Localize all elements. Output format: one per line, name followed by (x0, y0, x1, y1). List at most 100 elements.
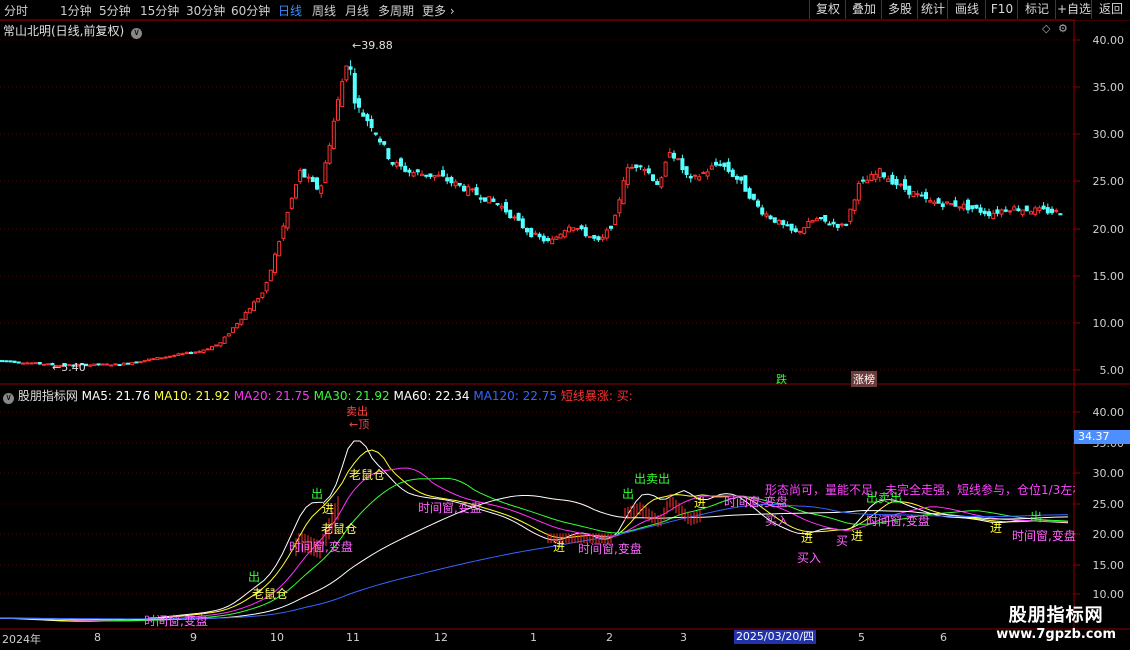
candle-body (289, 197, 294, 209)
mouse-warehouse-label: 老鼠仓 (321, 522, 358, 536)
candle-body (281, 225, 286, 239)
candle-body (298, 169, 303, 183)
candle-body (924, 192, 928, 199)
candle-body (768, 215, 773, 220)
price-axis-tick: 5.00 (1099, 364, 1125, 377)
candle-body (781, 220, 786, 226)
candle-body (235, 323, 240, 329)
candle-body (676, 158, 681, 161)
in-label: 进 (694, 496, 707, 510)
candle-body (336, 99, 340, 121)
candle-body (550, 238, 555, 245)
high-price-label: ←39.88 (352, 39, 393, 52)
main-candles (0, 60, 1063, 368)
price-axis-tick: 30.00 (1092, 128, 1125, 141)
candle-body (953, 200, 958, 207)
candle-body (168, 355, 172, 358)
candle-body (306, 176, 311, 179)
mouse-warehouse-label: 老鼠仓 (349, 468, 386, 482)
candle-body (151, 358, 156, 361)
price-axis-tick: 25.00 (1092, 175, 1125, 188)
in-label: 进 (990, 521, 1003, 535)
candle-body (865, 179, 870, 184)
candle-body (390, 162, 395, 165)
candle-body (722, 162, 727, 167)
candle-body (159, 357, 164, 360)
candle-body (567, 226, 571, 233)
in-label: 进 (801, 531, 814, 545)
candle-body (987, 211, 991, 217)
candle-body (327, 144, 332, 164)
out-label: 出 (311, 487, 324, 501)
candle-body (772, 217, 777, 223)
candle-body (277, 241, 282, 257)
candle-body (802, 227, 807, 234)
buy-label: 买入 (765, 514, 790, 528)
candle-body (558, 233, 563, 239)
candle-body (25, 362, 30, 365)
candle-body (970, 205, 975, 210)
rise-tag: 涨榜 (851, 371, 877, 387)
candle-body (126, 362, 130, 365)
candle-body (508, 209, 513, 219)
candle-body (1020, 209, 1025, 216)
candle-body (42, 363, 46, 366)
candle-body (1050, 208, 1054, 214)
candle-body (92, 363, 97, 366)
candle-body (554, 236, 559, 240)
candle-body (331, 120, 336, 149)
candle-body (571, 227, 576, 231)
candle-body (441, 170, 445, 177)
candle-body (848, 208, 853, 222)
candle-body (726, 161, 731, 172)
candle-body (957, 206, 962, 209)
candle-body (201, 349, 206, 354)
in-label: 进 (851, 529, 864, 543)
time-window-label: 时间窗,变盘 (1012, 529, 1076, 543)
time-window-label: 时间窗,变盘 (724, 495, 788, 509)
candle-body (399, 158, 403, 167)
candle-body (663, 161, 668, 177)
candle-body (852, 199, 857, 212)
candle-body (428, 173, 433, 178)
crosshair-date-tag: 2025/03/20/四 (734, 630, 816, 644)
candle-body (499, 205, 504, 209)
candle-body (743, 175, 748, 192)
candle-body (928, 200, 933, 203)
time-window-label: 时间窗,变盘 (144, 614, 208, 628)
candle-body (1012, 206, 1017, 211)
candle-body (138, 361, 143, 364)
mouse-warehouse-label: 老鼠仓 (252, 587, 289, 601)
candle-body (323, 162, 328, 184)
candle-body (588, 236, 592, 239)
out-label: 出 (1030, 510, 1043, 524)
date-axis-tick: 12 (434, 631, 448, 644)
candle-body (357, 98, 361, 108)
candle-body (478, 197, 483, 200)
candle-body (348, 66, 353, 70)
candle-body (680, 158, 685, 171)
candle-body (840, 223, 844, 226)
candle-body (882, 172, 886, 178)
candle-body (621, 180, 626, 205)
candle-body (373, 132, 378, 135)
candle-body (701, 171, 706, 174)
candle-body (873, 173, 878, 180)
candle-body (592, 235, 597, 239)
candle-body (861, 179, 865, 182)
candle-body (961, 203, 966, 210)
candle-body (562, 230, 567, 238)
candle-body (504, 202, 508, 213)
candle-body (823, 214, 828, 222)
candle-body (252, 301, 256, 311)
candle-body (453, 181, 458, 187)
candle-body (684, 166, 689, 175)
ma-line (0, 449, 1069, 622)
candle-body (844, 223, 849, 226)
date-axis-tick: 11 (346, 631, 360, 644)
candle-body (932, 201, 937, 205)
candle-body (462, 185, 466, 192)
candle-body (877, 168, 882, 178)
candle-body (8, 360, 13, 363)
candle-body (705, 171, 710, 177)
